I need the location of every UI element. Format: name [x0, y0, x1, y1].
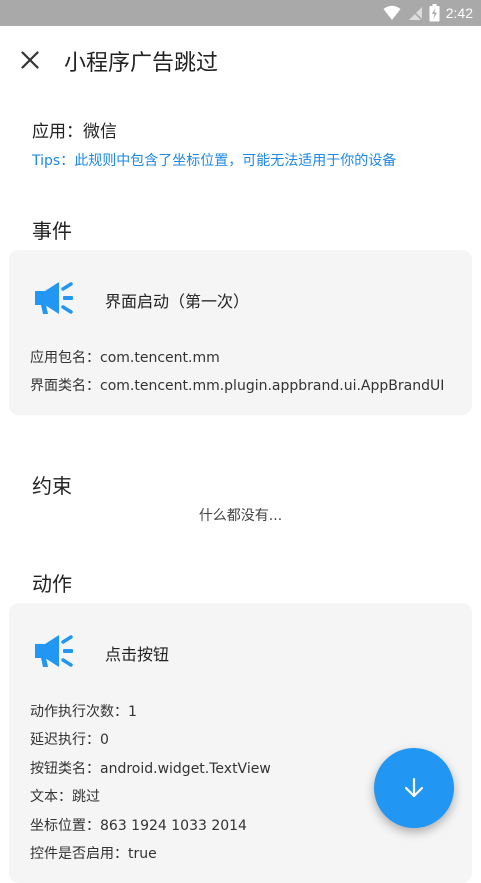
- action-detail-position: 坐标位置：863 1924 1033 2014: [30, 818, 247, 834]
- action-detail-delay: 延迟执行：0: [30, 732, 109, 748]
- scroll-down-fab[interactable]: [374, 748, 454, 828]
- event-section-title: 事件: [32, 219, 72, 243]
- action-card[interactable]: 点击按钮 动作执行次数：1 延迟执行：0 按钮类名：android.widget…: [9, 603, 472, 883]
- action-section-title: 动作: [32, 572, 72, 596]
- tips-text: Tips：此规则中包含了坐标位置，可能无法适用于你的设备: [32, 153, 397, 169]
- close-icon: [21, 51, 39, 69]
- action-detail-text: 文本：跳过: [30, 789, 100, 805]
- event-card[interactable]: 界面启动（第一次） 应用包名：com.tencent.mm 界面类名：com.t…: [9, 250, 472, 415]
- status-icons: 2:42: [383, 3, 473, 23]
- action-detail-class: 按钮类名：android.widget.TextView: [30, 761, 271, 777]
- status-bar: 2:42: [0, 0, 481, 26]
- megaphone-icon: [35, 282, 73, 314]
- app-label: 应用：微信: [32, 122, 117, 142]
- status-time: 2:42: [445, 5, 473, 21]
- action-title: 点击按钮: [105, 645, 170, 664]
- page-title: 小程序广告跳过: [64, 51, 219, 76]
- event-package: 应用包名：com.tencent.mm: [30, 350, 220, 366]
- action-detail-enabled: 控件是否启用：true: [30, 846, 157, 862]
- app-bar: 小程序广告跳过: [0, 26, 481, 94]
- action-detail-count: 动作执行次数：1: [30, 704, 137, 720]
- no-signal-icon: [408, 6, 423, 21]
- close-button[interactable]: [16, 46, 44, 74]
- megaphone-icon: [35, 635, 73, 667]
- event-title: 界面启动（第一次）: [105, 292, 250, 311]
- constraint-empty-text: 什么都没有...: [198, 508, 283, 524]
- event-activity: 界面类名：com.tencent.mm.plugin.appbrand.ui.A…: [30, 378, 445, 394]
- constraint-section-title: 约束: [32, 474, 72, 498]
- arrow-down-icon: [404, 777, 424, 798]
- wifi-icon: [383, 5, 401, 20]
- battery-charging-icon: [429, 4, 440, 22]
